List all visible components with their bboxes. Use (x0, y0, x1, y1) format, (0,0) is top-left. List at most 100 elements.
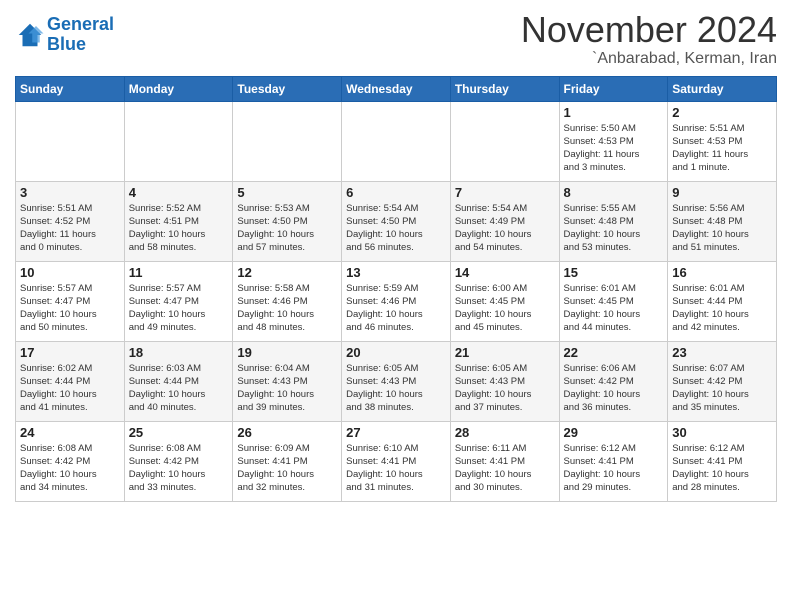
day-number: 15 (564, 265, 664, 280)
weekday-monday: Monday (124, 76, 233, 101)
calendar-cell: 11 Sunrise: 5:57 AM Sunset: 4:47 PM Dayli… (124, 261, 233, 341)
day-info: Sunrise: 6:08 AM Sunset: 4:42 PM Dayligh… (129, 442, 229, 495)
calendar-cell: 21Sunrise: 6:05 AM Sunset: 4:43 PM Dayli… (450, 341, 559, 421)
calendar-cell: 27 Sunrise: 6:10 AM Sunset: 4:41 PM Dayli… (342, 421, 451, 501)
weekday-friday: Friday (559, 76, 668, 101)
day-number: 27 (346, 425, 446, 440)
day-info: Sunrise: 5:55 AM Sunset: 4:48 PM Dayligh… (564, 202, 664, 255)
day-info: Sunrise: 5:59 AM Sunset: 4:46 PM Dayligh… (346, 282, 446, 335)
day-number: 1 (564, 105, 664, 120)
weekday-header: SundayMondayTuesdayWednesdayThursdayFrid… (16, 76, 777, 101)
day-number: 3 (20, 185, 120, 200)
day-number: 24 (20, 425, 120, 440)
calendar-cell: 20Sunrise: 6:05 AM Sunset: 4:43 PM Dayli… (342, 341, 451, 421)
calendar-cell: 24Sunrise: 6:08 AM Sunset: 4:42 PM Dayli… (16, 421, 125, 501)
calendar-cell: 14 Sunrise: 6:00 AM Sunset: 4:45 PM Dayli… (450, 261, 559, 341)
day-number: 6 (346, 185, 446, 200)
day-number: 22 (564, 345, 664, 360)
calendar-cell: 10 Sunrise: 5:57 AM Sunset: 4:47 PM Dayli… (16, 261, 125, 341)
calendar-cell: 6 Sunrise: 5:54 AM Sunset: 4:50 PM Daylig… (342, 181, 451, 261)
day-number: 10 (20, 265, 120, 280)
calendar-cell: 19 Sunrise: 6:04 AM Sunset: 4:43 PM Dayli… (233, 341, 342, 421)
month-title: November 2024 (521, 10, 777, 50)
day-info: Sunrise: 6:07 AM Sunset: 4:42 PM Dayligh… (672, 362, 772, 415)
day-number: 7 (455, 185, 555, 200)
day-info: Sunrise: 6:06 AM Sunset: 4:42 PM Dayligh… (564, 362, 664, 415)
calendar-cell: 3 Sunrise: 5:51 AM Sunset: 4:52 PM Daylig… (16, 181, 125, 261)
day-number: 12 (237, 265, 337, 280)
day-number: 2 (672, 105, 772, 120)
day-info: Sunrise: 6:00 AM Sunset: 4:45 PM Dayligh… (455, 282, 555, 335)
day-number: 13 (346, 265, 446, 280)
calendar-cell (124, 101, 233, 181)
day-number: 28 (455, 425, 555, 440)
calendar-cell: 18Sunrise: 6:03 AM Sunset: 4:44 PM Dayli… (124, 341, 233, 421)
day-info: Sunrise: 6:12 AM Sunset: 4:41 PM Dayligh… (564, 442, 664, 495)
location-title: `Anbarabad, Kerman, Iran (521, 50, 777, 68)
day-info: Sunrise: 6:09 AM Sunset: 4:41 PM Dayligh… (237, 442, 337, 495)
logo-icon (15, 20, 45, 50)
logo-text: General Blue (47, 15, 114, 55)
calendar-cell: 28 Sunrise: 6:11 AM Sunset: 4:41 PM Dayli… (450, 421, 559, 501)
day-info: Sunrise: 5:54 AM Sunset: 4:49 PM Dayligh… (455, 202, 555, 255)
day-info: Sunrise: 6:01 AM Sunset: 4:44 PM Dayligh… (672, 282, 772, 335)
day-info: Sunrise: 6:12 AM Sunset: 4:41 PM Dayligh… (672, 442, 772, 495)
calendar-cell: 12 Sunrise: 5:58 AM Sunset: 4:46 PM Dayli… (233, 261, 342, 341)
day-info: Sunrise: 5:57 AM Sunset: 4:47 PM Dayligh… (129, 282, 229, 335)
calendar-cell: 17Sunrise: 6:02 AM Sunset: 4:44 PM Dayli… (16, 341, 125, 421)
day-number: 11 (129, 265, 229, 280)
week-row-4: 24 Sunrise: 6:08 AM Sunset: 4:42 PM Dayli… (16, 421, 777, 501)
day-info: Sunrise: 6:11 AM Sunset: 4:41 PM Dayligh… (455, 442, 555, 495)
day-info: Sunrise: 5:51 AM Sunset: 4:52 PM Dayligh… (20, 202, 120, 255)
day-number: 30 (672, 425, 772, 440)
calendar-cell: 5 Sunrise: 5:53 AM Sunset: 4:50 PM Daylig… (233, 181, 342, 261)
day-number: 19 (237, 345, 337, 360)
calendar-cell (233, 101, 342, 181)
day-number: 4 (129, 185, 229, 200)
day-number: 9 (672, 185, 772, 200)
day-info: Sunrise: 5:58 AM Sunset: 4:46 PM Dayligh… (237, 282, 337, 335)
calendar-cell: 22 Sunrise: 6:06 AM Sunset: 4:42 PM Dayli… (559, 341, 668, 421)
weekday-wednesday: Wednesday (342, 76, 451, 101)
day-number: 25 (129, 425, 229, 440)
calendar-cell: 25 Sunrise: 6:08 AM Sunset: 4:42 PM Dayli… (124, 421, 233, 501)
day-info: Sunrise: 5:54 AM Sunset: 4:50 PM Dayligh… (346, 202, 446, 255)
calendar-cell: 26 Sunrise: 6:09 AM Sunset: 4:41 PM Dayli… (233, 421, 342, 501)
calendar-cell: 7 Sunrise: 5:54 AM Sunset: 4:49 PM Daylig… (450, 181, 559, 261)
calendar-cell: 29 Sunrise: 6:12 AM Sunset: 4:41 PM Dayli… (559, 421, 668, 501)
day-info: Sunrise: 5:51 AM Sunset: 4:53 PM Dayligh… (672, 122, 772, 175)
week-row-2: 10 Sunrise: 5:57 AM Sunset: 4:47 PM Dayli… (16, 261, 777, 341)
day-number: 18 (129, 345, 229, 360)
day-number: 26 (237, 425, 337, 440)
calendar-cell: 1 Sunrise: 5:50 AM Sunset: 4:53 PM Daylig… (559, 101, 668, 181)
day-number: 8 (564, 185, 664, 200)
day-info: Sunrise: 5:53 AM Sunset: 4:50 PM Dayligh… (237, 202, 337, 255)
week-row-3: 17Sunrise: 6:02 AM Sunset: 4:44 PM Dayli… (16, 341, 777, 421)
day-info: Sunrise: 5:50 AM Sunset: 4:53 PM Dayligh… (564, 122, 664, 175)
logo: General Blue (15, 15, 114, 55)
day-info: Sunrise: 5:57 AM Sunset: 4:47 PM Dayligh… (20, 282, 120, 335)
calendar-cell (16, 101, 125, 181)
calendar-cell: 16Sunrise: 6:01 AM Sunset: 4:44 PM Dayli… (668, 261, 777, 341)
calendar-cell: 2 Sunrise: 5:51 AM Sunset: 4:53 PM Daylig… (668, 101, 777, 181)
day-info: Sunrise: 6:05 AM Sunset: 4:43 PM Dayligh… (346, 362, 446, 415)
day-number: 5 (237, 185, 337, 200)
day-number: 21 (455, 345, 555, 360)
day-number: 29 (564, 425, 664, 440)
day-info: Sunrise: 6:04 AM Sunset: 4:43 PM Dayligh… (237, 362, 337, 415)
calendar-cell (342, 101, 451, 181)
calendar-cell: 13 Sunrise: 5:59 AM Sunset: 4:46 PM Dayli… (342, 261, 451, 341)
calendar-cell: 30 Sunrise: 6:12 AM Sunset: 4:41 PM Dayli… (668, 421, 777, 501)
day-info: Sunrise: 6:10 AM Sunset: 4:41 PM Dayligh… (346, 442, 446, 495)
day-info: Sunrise: 6:01 AM Sunset: 4:45 PM Dayligh… (564, 282, 664, 335)
day-info: Sunrise: 5:56 AM Sunset: 4:48 PM Dayligh… (672, 202, 772, 255)
calendar-cell: 23 Sunrise: 6:07 AM Sunset: 4:42 PM Dayli… (668, 341, 777, 421)
day-number: 23 (672, 345, 772, 360)
day-info: Sunrise: 5:52 AM Sunset: 4:51 PM Dayligh… (129, 202, 229, 255)
calendar-cell: 9 Sunrise: 5:56 AM Sunset: 4:48 PM Daylig… (668, 181, 777, 261)
weekday-saturday: Saturday (668, 76, 777, 101)
week-row-1: 3 Sunrise: 5:51 AM Sunset: 4:52 PM Daylig… (16, 181, 777, 261)
day-number: 14 (455, 265, 555, 280)
calendar-cell (450, 101, 559, 181)
header: General Blue November 2024 `Anbarabad, K… (15, 10, 777, 68)
